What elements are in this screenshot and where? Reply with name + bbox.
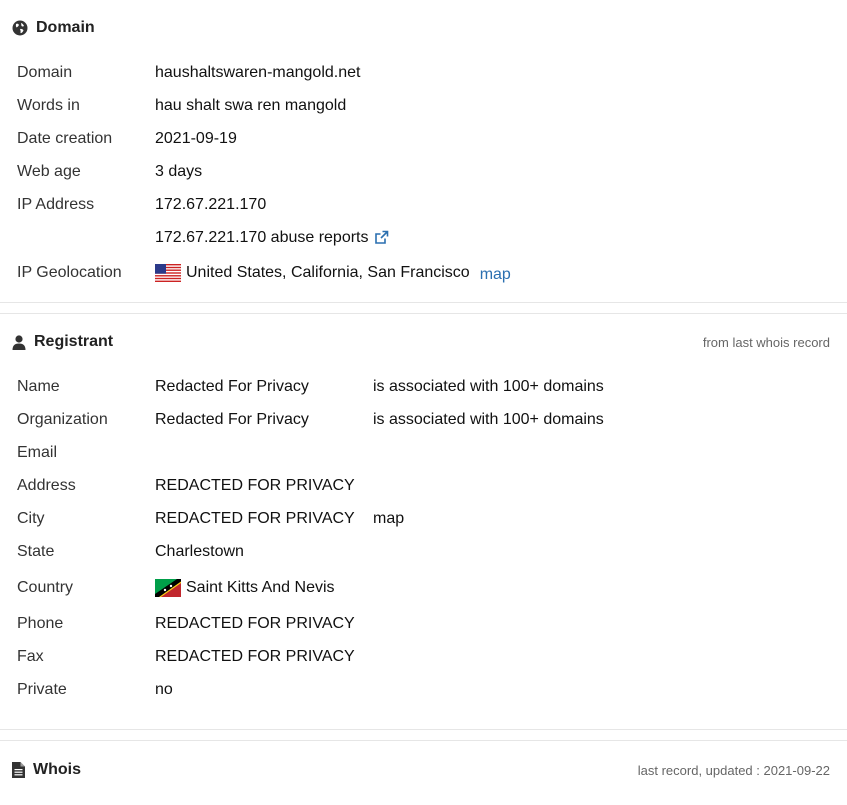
label-address: Address [17, 476, 76, 494]
whois-header: Whois last record, updated : 2021-09-22 [0, 741, 847, 799]
geo-map-link[interactable]: map [480, 266, 511, 284]
label-domain: Domain [17, 63, 73, 81]
value-phone: REDACTED FOR PRIVACY [155, 614, 355, 632]
row-org: Organization Redacted For Privacy is ass… [0, 403, 847, 436]
row-geo: IP Geolocation United States, California… [0, 254, 847, 292]
external-link-icon [374, 230, 389, 245]
abuse-reports-text: 172.67.221.170 abuse reports [155, 228, 369, 246]
city-map-link[interactable]: map [373, 510, 404, 528]
value-geo: United States, California, San Francisco… [155, 264, 511, 284]
name-link[interactable]: Redacted For Privacy [155, 378, 373, 396]
whois-title: Whois [33, 761, 81, 778]
label-words: Words in [17, 96, 80, 114]
whois-note: last record, updated : 2021-09-22 [637, 762, 830, 778]
label-private: Private [17, 680, 67, 698]
user-icon [12, 334, 26, 350]
row-abuse: 172.67.221.170 abuse reports [0, 221, 847, 254]
label-fax: Fax [17, 647, 44, 665]
row-country: Country Saint Kitts And Nevis [0, 568, 847, 607]
value-fax: REDACTED FOR PRIVACY [155, 647, 355, 665]
label-org: Organization [17, 410, 108, 428]
domain-header: Domain [0, 0, 847, 56]
label-web-age: Web age [17, 162, 81, 180]
value-private: no [155, 680, 173, 698]
domain-section: Domain Domain haushaltswaren-mangold.net… [0, 0, 847, 292]
registrant-header: Registrant from last whois record [0, 314, 847, 370]
registrant-title: Registrant [34, 333, 114, 350]
kn-flag-icon [155, 578, 181, 597]
label-city: City [17, 509, 45, 527]
row-date-creation: Date creation 2021-09-19 [0, 122, 847, 155]
abuse-reports-link[interactable]: 172.67.221.170 abuse reports [155, 229, 389, 247]
label-geo: IP Geolocation [17, 264, 122, 281]
row-city: City REDACTED FOR PRIVACY map [0, 502, 847, 535]
country-text: Saint Kitts And Nevis [186, 578, 335, 596]
row-state: State Charlestown [0, 535, 847, 568]
value-address: REDACTED FOR PRIVACY [155, 476, 355, 494]
row-words: Words in hau shalt swa ren mangold [0, 89, 847, 122]
value-city: REDACTED FOR PRIVACY [155, 509, 355, 527]
label-state: State [17, 542, 55, 560]
geo-text: United States, California, San Francisco [186, 264, 470, 281]
value-words: hau shalt swa ren mangold [155, 96, 347, 114]
label-phone: Phone [17, 614, 64, 632]
row-private: Private no [0, 673, 847, 706]
label-ip: IP Address [17, 195, 95, 213]
org-link[interactable]: Redacted For Privacy [155, 411, 373, 429]
row-email: Email [0, 436, 847, 469]
whois-section: Whois last record, updated : 2021-09-22 [0, 741, 847, 799]
value-domain: haushaltswaren-mangold.net [155, 63, 361, 81]
globe-icon [12, 20, 28, 36]
row-fax: Fax REDACTED FOR PRIVACY [0, 640, 847, 673]
row-phone: Phone REDACTED FOR PRIVACY [0, 607, 847, 640]
row-domain: Domain haushaltswaren-mangold.net [0, 56, 847, 89]
label-email: Email [17, 443, 58, 461]
label-name: Name [17, 377, 60, 395]
value-web-age: 3 days [155, 162, 203, 180]
us-flag-icon [155, 264, 181, 282]
row-name: Name Redacted For Privacy is associated … [0, 370, 847, 403]
value-state: Charlestown [155, 542, 244, 560]
name-assoc: is associated with 100+ domains [373, 377, 604, 395]
value-country: Saint Kitts And Nevis [155, 578, 335, 597]
org-assoc: is associated with 100+ domains [373, 410, 604, 428]
label-country: Country [17, 578, 74, 596]
ip-address-link[interactable]: 172.67.221.170 [155, 196, 266, 214]
registrant-section: Registrant from last whois record Name R… [0, 314, 847, 706]
registrant-note: from last whois record [702, 334, 830, 350]
label-date-creation: Date creation [17, 129, 113, 147]
row-address: Address REDACTED FOR PRIVACY [0, 469, 847, 502]
row-ip: IP Address 172.67.221.170 [0, 188, 847, 221]
domain-title: Domain [36, 19, 95, 36]
row-web-age: Web age 3 days [0, 155, 847, 188]
document-icon [12, 762, 25, 778]
value-date-creation: 2021-09-19 [155, 129, 237, 147]
